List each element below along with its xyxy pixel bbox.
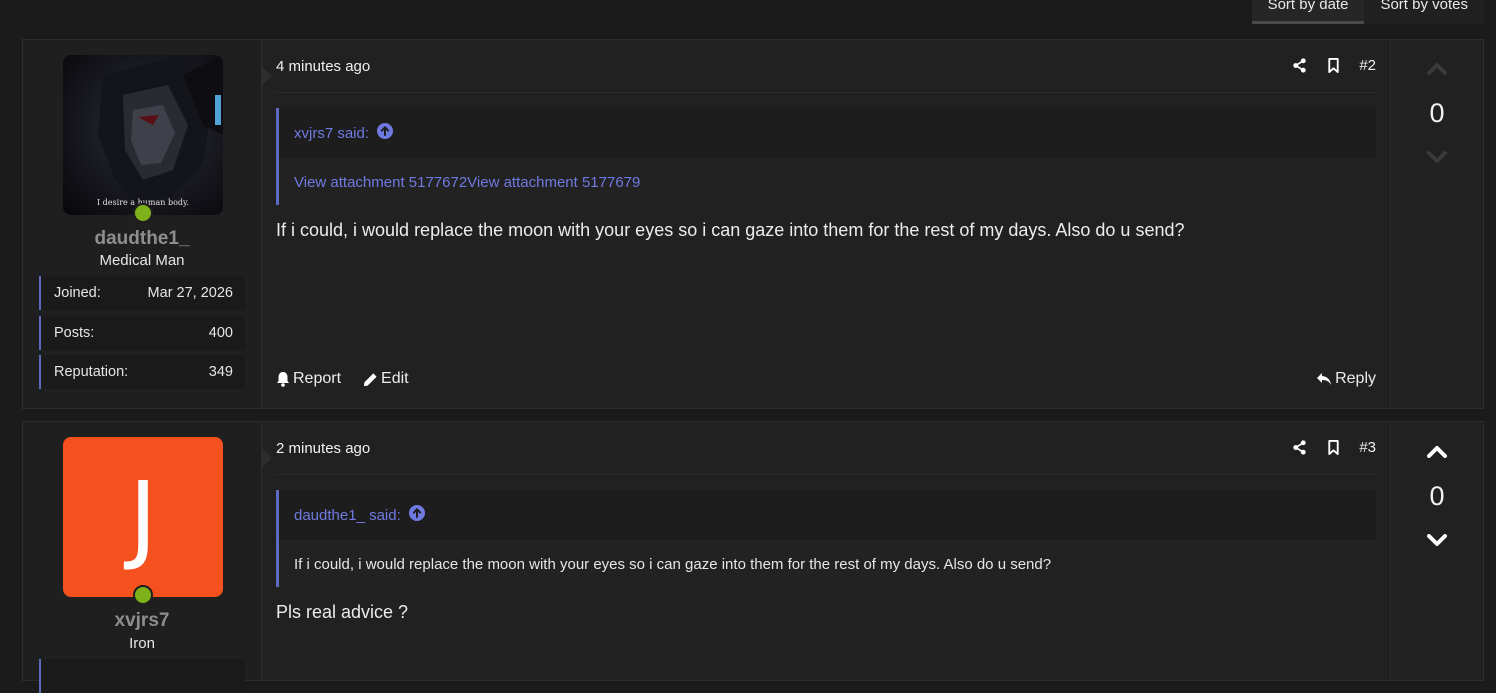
sort-by-votes-tab[interactable]: Sort by votes [1364,0,1484,24]
share-icon[interactable] [1291,440,1307,456]
stat-value: 349 [208,364,233,380]
vote-cell: 0 [1390,40,1483,408]
reply-label: Reply [1335,370,1376,387]
stat-label: Reputation: [54,364,129,380]
sort-by-date-tab[interactable]: Sort by date [1251,0,1365,24]
user-stat-joined: Joined: Mar 27, 2026 [39,276,245,310]
post-content: 4 minutes ago #2 xvjrs7 said: View attac… [261,40,1391,408]
user-stat-posts: Posts: 400 [39,316,245,350]
quote-header[interactable]: daudthe1_ said: [279,490,1376,541]
avatar-artwork [98,55,223,205]
user-stat-reputation: Reputation: 349 [39,355,245,389]
vote-cell: 0 [1390,422,1483,680]
quote-header[interactable]: xvjrs7 said: [279,108,1376,159]
downvote-chevron-down-icon[interactable] [1425,146,1449,170]
edit-button[interactable]: Edit [363,370,409,388]
bookmark-icon[interactable] [1325,58,1341,74]
post-number-link[interactable]: #2 [1359,57,1376,74]
edit-label: Edit [381,370,409,387]
divider [276,474,1376,475]
username[interactable]: xvjrs7 [23,610,261,632]
stat-value: Mar 27, 2026 [147,285,233,301]
pencil-icon [363,372,377,386]
reply-button[interactable]: Reply [1316,370,1376,388]
avatar[interactable]: J [63,437,223,597]
user-stat-joined [39,659,245,693]
arrow-up-circle-icon[interactable] [408,505,425,525]
report-label: Report [293,370,342,387]
vote-count: 0 [1429,98,1445,128]
post: J xvjrs7 Iron 2 minutes ago #3 daudthe1_… [22,421,1484,693]
quote-block: xvjrs7 said: View attachment 5177672View… [276,108,1376,205]
user-title: Iron [129,635,155,652]
vote-count: 0 [1429,481,1445,511]
share-icon[interactable] [1291,58,1307,74]
upvote-chevron-up-icon[interactable] [1425,439,1449,463]
bell-icon [277,372,289,387]
post-tools: #3 [1291,439,1376,456]
post-timestamp[interactable]: 4 minutes ago [276,58,370,75]
quote-author[interactable]: daudthe1_ said: [294,507,401,524]
post-content: 2 minutes ago #3 daudthe1_ said: If i co… [261,422,1391,680]
reply-icon [1317,373,1332,385]
avatar[interactable]: I desire a human body. [63,55,223,215]
post-message: If i could, i would replace the moon wit… [276,220,1185,240]
stat-label: Joined: [54,285,101,301]
user-title: Medical Man [99,252,185,269]
username[interactable]: daudthe1_ [23,228,261,250]
quote-body: If i could, i would replace the moon wit… [279,541,1376,587]
arrow-up-circle-icon[interactable] [377,123,394,143]
post: I desire a human body. daudthe1_ Medical… [22,39,1484,409]
post-timestamp[interactable]: 2 minutes ago [276,440,370,457]
post-number-link[interactable]: #3 [1359,439,1376,456]
sort-tabs: Sort by date Sort by votes [1251,0,1484,24]
report-button[interactable]: Report [276,370,341,388]
user-cell: J xvjrs7 Iron [23,422,272,693]
user-cell: I desire a human body. daudthe1_ Medical… [23,40,272,408]
stat-value: 400 [208,325,233,341]
stat-label: Posts: [54,325,95,341]
quote-block: daudthe1_ said: If i could, i would repl… [276,490,1376,587]
divider [276,92,1376,93]
quote-body[interactable]: View attachment 5177672View attachment 5… [279,159,1376,205]
online-status-icon [133,585,153,605]
quote-author[interactable]: xvjrs7 said: [294,125,369,142]
post-message: Pls real advice ? [276,602,409,622]
bookmark-icon[interactable] [1325,440,1341,456]
downvote-chevron-down-icon[interactable] [1425,529,1449,553]
online-status-icon [133,203,153,223]
post-tools: #2 [1291,57,1376,74]
post-footer: Report Edit Reply [276,370,1376,388]
upvote-chevron-up-icon[interactable] [1425,56,1449,80]
